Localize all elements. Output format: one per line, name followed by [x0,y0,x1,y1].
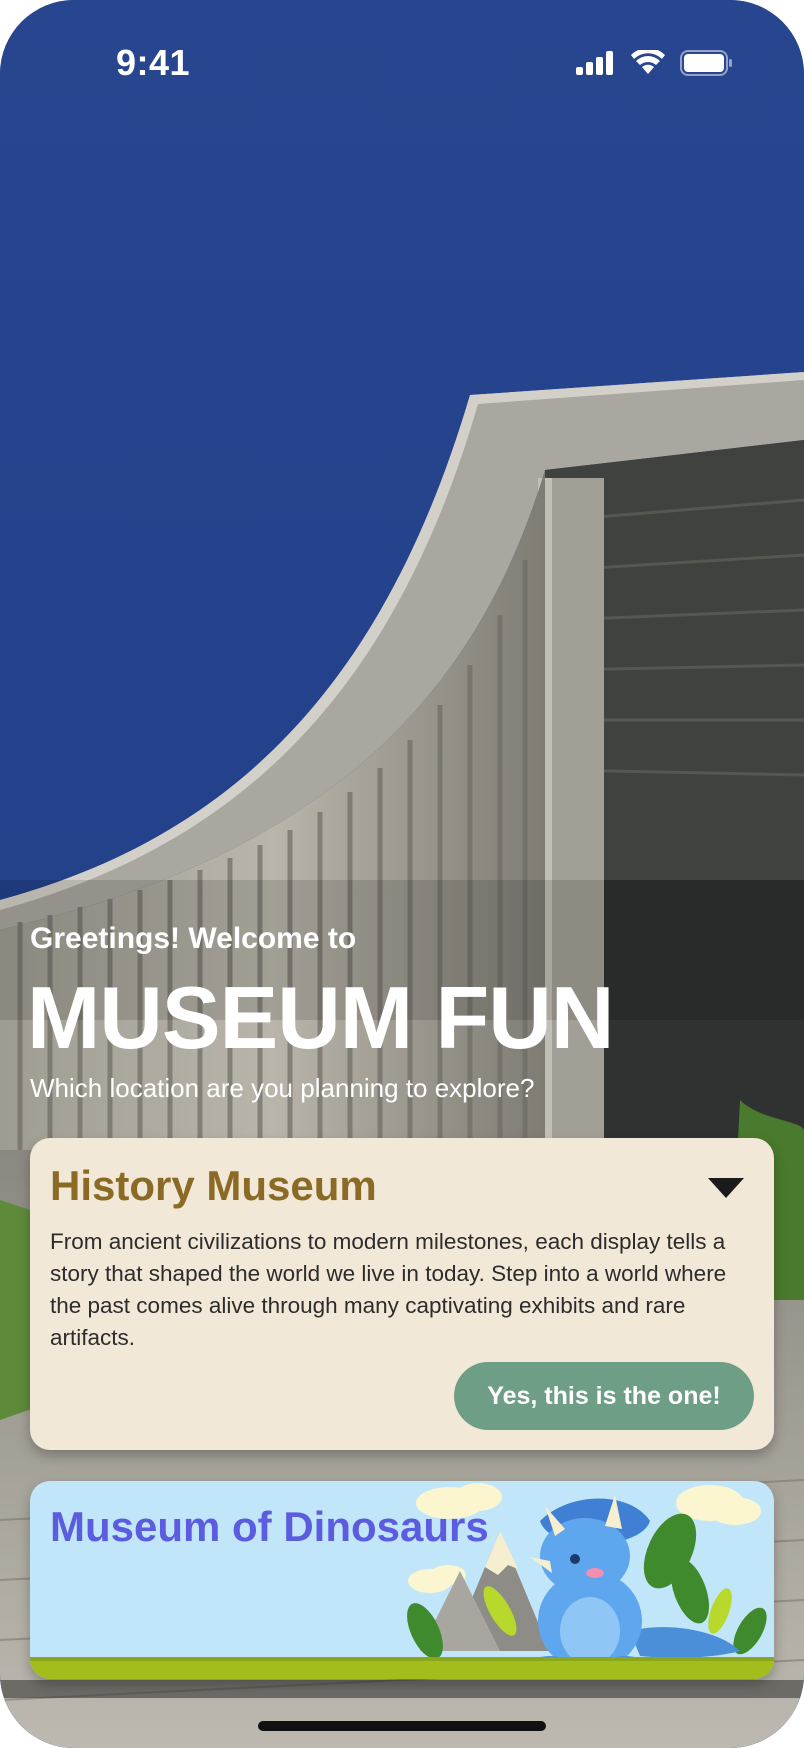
greeting-text: Greetings! Welcome to [30,922,357,955]
museum-card-title: History Museum [50,1162,377,1209]
museum-card-description: From ancient civilizations to modern mil… [50,1229,727,1350]
status-time: 9:41 [116,42,191,83]
phone-screen: 9:41 Greetings! Welcome to MUSEUM FUN Wh… [0,0,804,1748]
collapse-arrow-icon[interactable] [708,1178,744,1198]
location-question: Which location are you planning to explo… [30,1073,535,1103]
museum-card-dinosaurs[interactable]: Museum of Dinosaurs [30,1481,774,1679]
wifi-icon [631,50,665,74]
confirm-selection-button[interactable]: Yes, this is the one! [454,1362,754,1430]
app-title: MUSEUM FUN [27,968,614,1067]
status-icons [576,50,734,76]
museum-card-title: Museum of Dinosaurs [50,1503,489,1550]
cellular-signal-icon [576,51,613,75]
home-indicator[interactable] [258,1721,546,1731]
battery-icon [680,50,732,76]
status-bar: 9:41 [0,0,804,130]
museum-card-history[interactable]: History Museum From ancient civilization… [30,1138,774,1450]
